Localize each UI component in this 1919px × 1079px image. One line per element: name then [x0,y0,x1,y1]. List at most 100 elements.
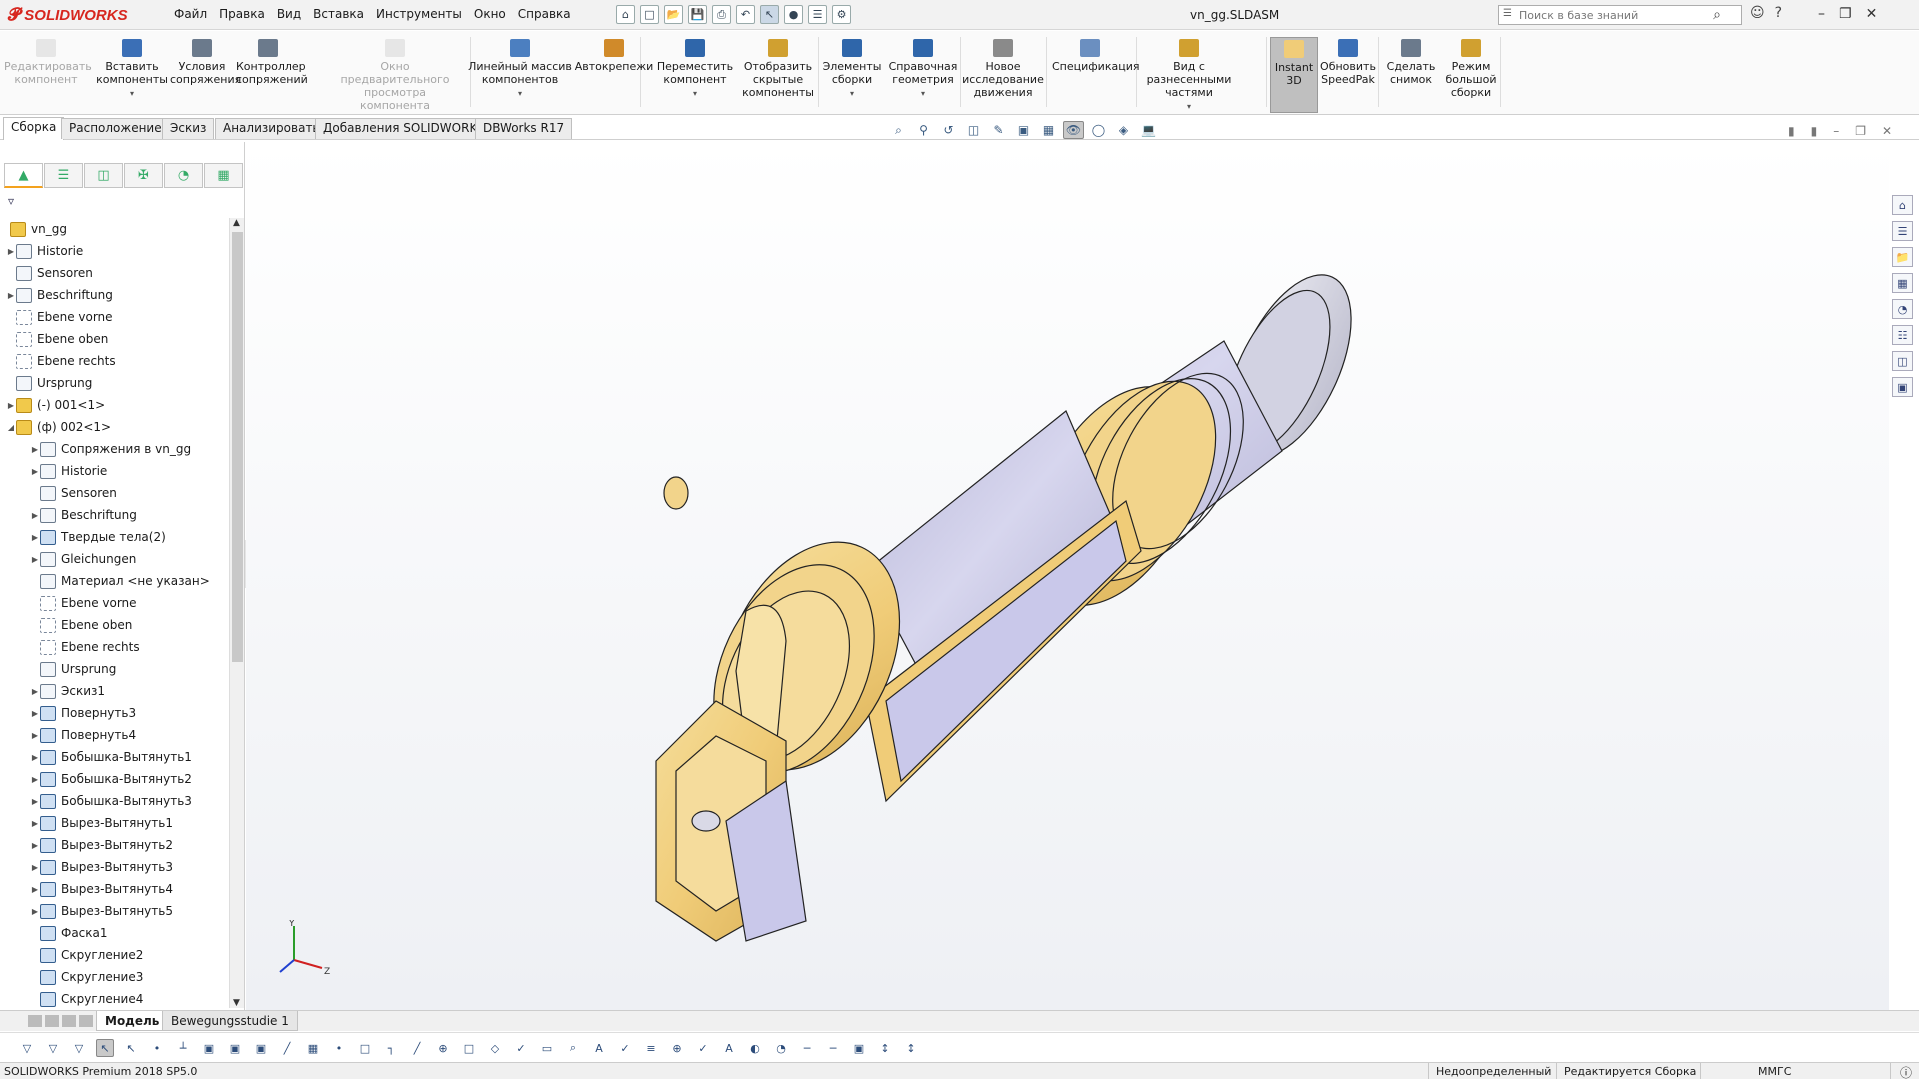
selection-filter-icon[interactable]: ▽ [18,1039,36,1057]
selection-filter-icon[interactable]: ◔ [772,1039,790,1057]
tree-item[interactable]: ▶ Вырез-Вытянуть5 [0,900,228,922]
tree-item[interactable]: Ebene vorne [0,306,228,328]
home-icon[interactable]: ⌂ [616,5,635,24]
tab-command[interactable]: Расположение [61,118,170,139]
tree-item[interactable]: ▶ Вырез-Вытянуть3 [0,856,228,878]
expand-arrow-icon[interactable]: ▶ [30,445,40,454]
selection-filter-icon[interactable]: A [720,1039,738,1057]
expand-arrow-icon[interactable]: ▶ [6,247,16,256]
tree-item[interactable]: ▶ Beschriftung [0,504,228,526]
expand-arrow-icon[interactable]: ▶ [30,687,40,696]
selection-filter-icon[interactable]: ◐ [746,1039,764,1057]
selection-filter-icon[interactable]: A [590,1039,608,1057]
expand-arrow-icon[interactable]: ▶ [30,885,40,894]
ribbon-button[interactable]: Спецификация [1052,39,1139,73]
selection-filter-icon[interactable]: ▽ [70,1039,88,1057]
graphics-viewport[interactable] [246,141,1889,1010]
selection-filter-icon[interactable]: • [330,1039,348,1057]
expand-arrow-icon[interactable]: ▶ [30,511,40,520]
tree-item[interactable]: Ebene oben [0,614,228,636]
selection-filter-icon[interactable]: □ [460,1039,478,1057]
expand-arrow-icon[interactable]: ▶ [30,753,40,762]
tab-command[interactable]: DBWorks R17 [475,118,573,139]
tree-item[interactable]: Ebene oben [0,328,228,350]
ribbon-button[interactable]: Отобразить скрытые компоненты [738,39,818,99]
ribbon-button[interactable]: Условия сопряжения [170,39,241,86]
expand-arrow-icon[interactable]: ▶ [30,863,40,872]
hide-show-items-icon[interactable]: 👁 [1063,121,1084,139]
tree-item[interactable]: ▶ Historie [0,460,228,482]
status-help-icon[interactable]: ⓘ [1900,1064,1912,1079]
restore-icon[interactable]: ❐ [1839,6,1852,22]
tree-item[interactable]: Скругление4 [0,988,228,1010]
expand-arrow-icon[interactable]: ▶ [30,709,40,718]
selection-filter-icon[interactable]: ↕ [902,1039,920,1057]
new-document-icon[interactable]: □ [640,5,659,24]
traffic-light-icon[interactable]: ● [784,5,803,24]
custom-properties-icon[interactable]: ☷ [1892,325,1913,345]
options-gear-icon[interactable]: ⚙ [832,5,851,24]
tab-bottom[interactable]: Bewegungsstudie 1 [162,1011,298,1031]
tree-item[interactable]: ▶ Повернуть4 [0,724,228,746]
tree-item[interactable]: ▶ Beschriftung [0,284,228,306]
ribbon-button[interactable]: Вставить компоненты ▾ [96,39,168,100]
scroll-thumb[interactable] [232,232,243,662]
tab-scroll-arrows[interactable] [28,1015,93,1027]
expand-arrow-icon[interactable]: ▶ [30,907,40,916]
tab-command[interactable]: Сборка [3,117,65,140]
dbworks-icon[interactable]: ▣ [1892,377,1913,397]
tree-item[interactable]: ◢ (ф) 002<1> [0,416,228,438]
selection-filter-icon[interactable]: ─ [798,1039,816,1057]
selection-filter-icon[interactable]: ▣ [252,1039,270,1057]
tree-root[interactable]: vn_gg [0,218,228,240]
display-style-icon[interactable]: ▦ [1038,121,1059,139]
selection-filter-icon[interactable]: ▽ [44,1039,62,1057]
tree-item[interactable]: Ursprung [0,372,228,394]
zoom-to-fit-icon[interactable]: ⌕ [888,121,909,139]
ribbon-button[interactable]: Автокрепежи [574,39,654,73]
display-manager-tab-icon[interactable]: ◔ [164,163,203,188]
tree-item[interactable]: ▶ Эскиз1 [0,680,228,702]
selection-filter-icon[interactable]: ╱ [278,1039,296,1057]
expand-arrow-icon[interactable]: ▶ [30,467,40,476]
status-units[interactable]: ММГС [1758,1065,1791,1078]
view-palette-icon[interactable]: ▦ [1892,273,1913,293]
select-arrow-icon[interactable]: ↖ [760,5,779,24]
expand-arrow-icon[interactable]: ▶ [30,731,40,740]
menu-item[interactable]: Вставка [313,7,364,21]
menu-item[interactable]: Файл [174,7,207,21]
expand-arrow-icon[interactable]: ▶ [6,401,16,410]
minimize-icon[interactable]: – [1818,6,1825,22]
solidworks-forum-icon[interactable]: ◫ [1892,351,1913,371]
filter-icon[interactable]: ▿ [8,194,14,208]
configuration-manager-tab-icon[interactable]: ◫ [84,163,123,188]
zoom-area-icon[interactable]: ⚲ [913,121,934,139]
table-tab-icon[interactable]: ▦ [204,163,243,188]
chevron-down-icon[interactable]: ▾ [1138,100,1240,113]
save-icon[interactable]: 💾 [688,5,707,24]
chevron-down-icon[interactable]: ▾ [96,87,168,100]
tree-item[interactable]: Материал <не указан> [0,570,228,592]
selection-filter-icon[interactable]: ▣ [200,1039,218,1057]
selection-filter-icon[interactable]: ✓ [694,1039,712,1057]
tree-scrollbar[interactable]: ▲ ▼ [229,218,244,1008]
chevron-down-icon[interactable]: ▾ [886,87,960,100]
knowledge-base-search-input[interactable]: Поиск в базе знаний [1498,5,1742,25]
expand-arrow-icon[interactable]: ▶ [30,841,40,850]
tree-item[interactable]: ▶ (-) 001<1> [0,394,228,416]
selection-filter-icon[interactable]: ⊕ [668,1039,686,1057]
menu-item[interactable]: Окно [474,7,506,21]
selection-filter-icon[interactable]: ▭ [538,1039,556,1057]
selection-filter-icon[interactable]: ▦ [304,1039,322,1057]
viewport-close-icon[interactable]: ✕ [1882,124,1892,138]
menu-item[interactable]: Вид [277,7,301,21]
ribbon-button[interactable]: Справочная геометрия ▾ [886,39,960,100]
tree-item[interactable]: ▶ Повернуть3 [0,702,228,724]
undo-icon[interactable]: ↶ [736,5,755,24]
help-icon[interactable]: ? [1775,5,1782,21]
tree-item[interactable]: ▶ Вырез-Вытянуть4 [0,878,228,900]
ribbon-button[interactable]: Контроллер сопряжений [236,39,308,86]
tree-item[interactable]: ▶ Gleichungen [0,548,228,570]
assembly-model[interactable] [246,141,1889,1010]
expand-arrow-icon[interactable]: ◢ [6,423,16,432]
